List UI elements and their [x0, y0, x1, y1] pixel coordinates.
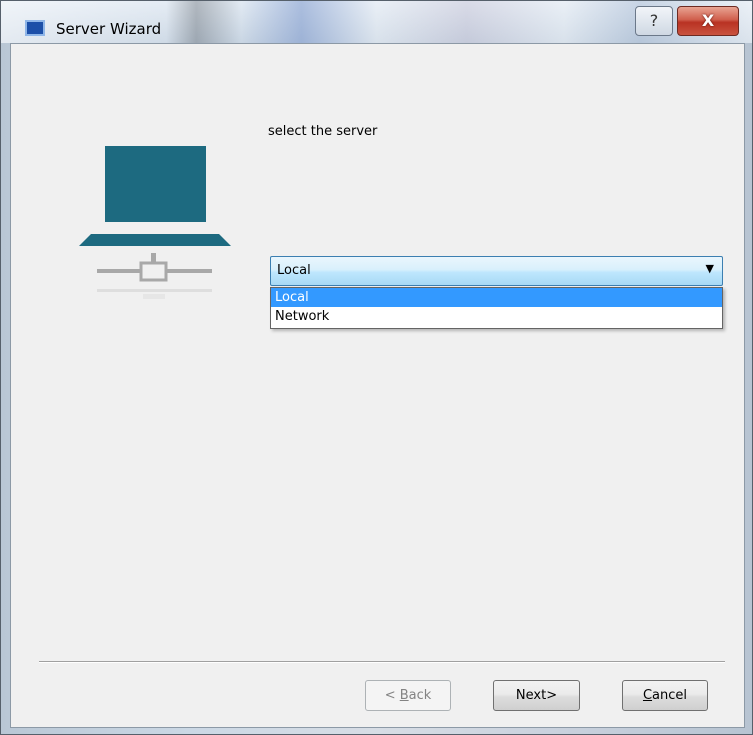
close-button[interactable]: X	[677, 6, 739, 36]
server-wizard-window: Server Wizard ? X select the server Loca…	[0, 0, 753, 735]
server-select-value: Local	[277, 263, 311, 278]
help-button[interactable]: ?	[635, 6, 673, 36]
help-icon: ?	[649, 11, 659, 30]
next-label: Next>	[515, 688, 558, 703]
cancel-mnemonic: C	[642, 688, 653, 703]
back-mnemonic: B	[399, 688, 409, 703]
server-select-dropdown: Local Network	[270, 287, 723, 329]
back-label-prefix: <	[384, 688, 400, 703]
title-bar[interactable]: Server Wizard ? X	[1, 1, 752, 43]
back-button[interactable]: < Back	[365, 680, 451, 711]
option-network[interactable]: Network	[271, 307, 722, 326]
app-icon	[25, 20, 45, 36]
close-icon: X	[701, 11, 715, 30]
chevron-down-icon[interactable]: ▼	[706, 262, 714, 275]
select-server-prompt: select the server	[268, 124, 378, 139]
network-computer-icon	[79, 146, 231, 299]
next-button[interactable]: Next>	[493, 680, 580, 711]
cancel-label-rest: ancel	[652, 688, 688, 703]
footer-divider	[39, 661, 725, 663]
wizard-page: select the server Local ▼ Local Network …	[10, 43, 745, 728]
window-title: Server Wizard	[56, 20, 162, 38]
back-label-rest: ack	[408, 688, 432, 703]
server-select[interactable]: Local ▼	[270, 256, 723, 286]
cancel-button[interactable]: Cancel	[622, 680, 708, 711]
option-local[interactable]: Local	[271, 288, 722, 307]
